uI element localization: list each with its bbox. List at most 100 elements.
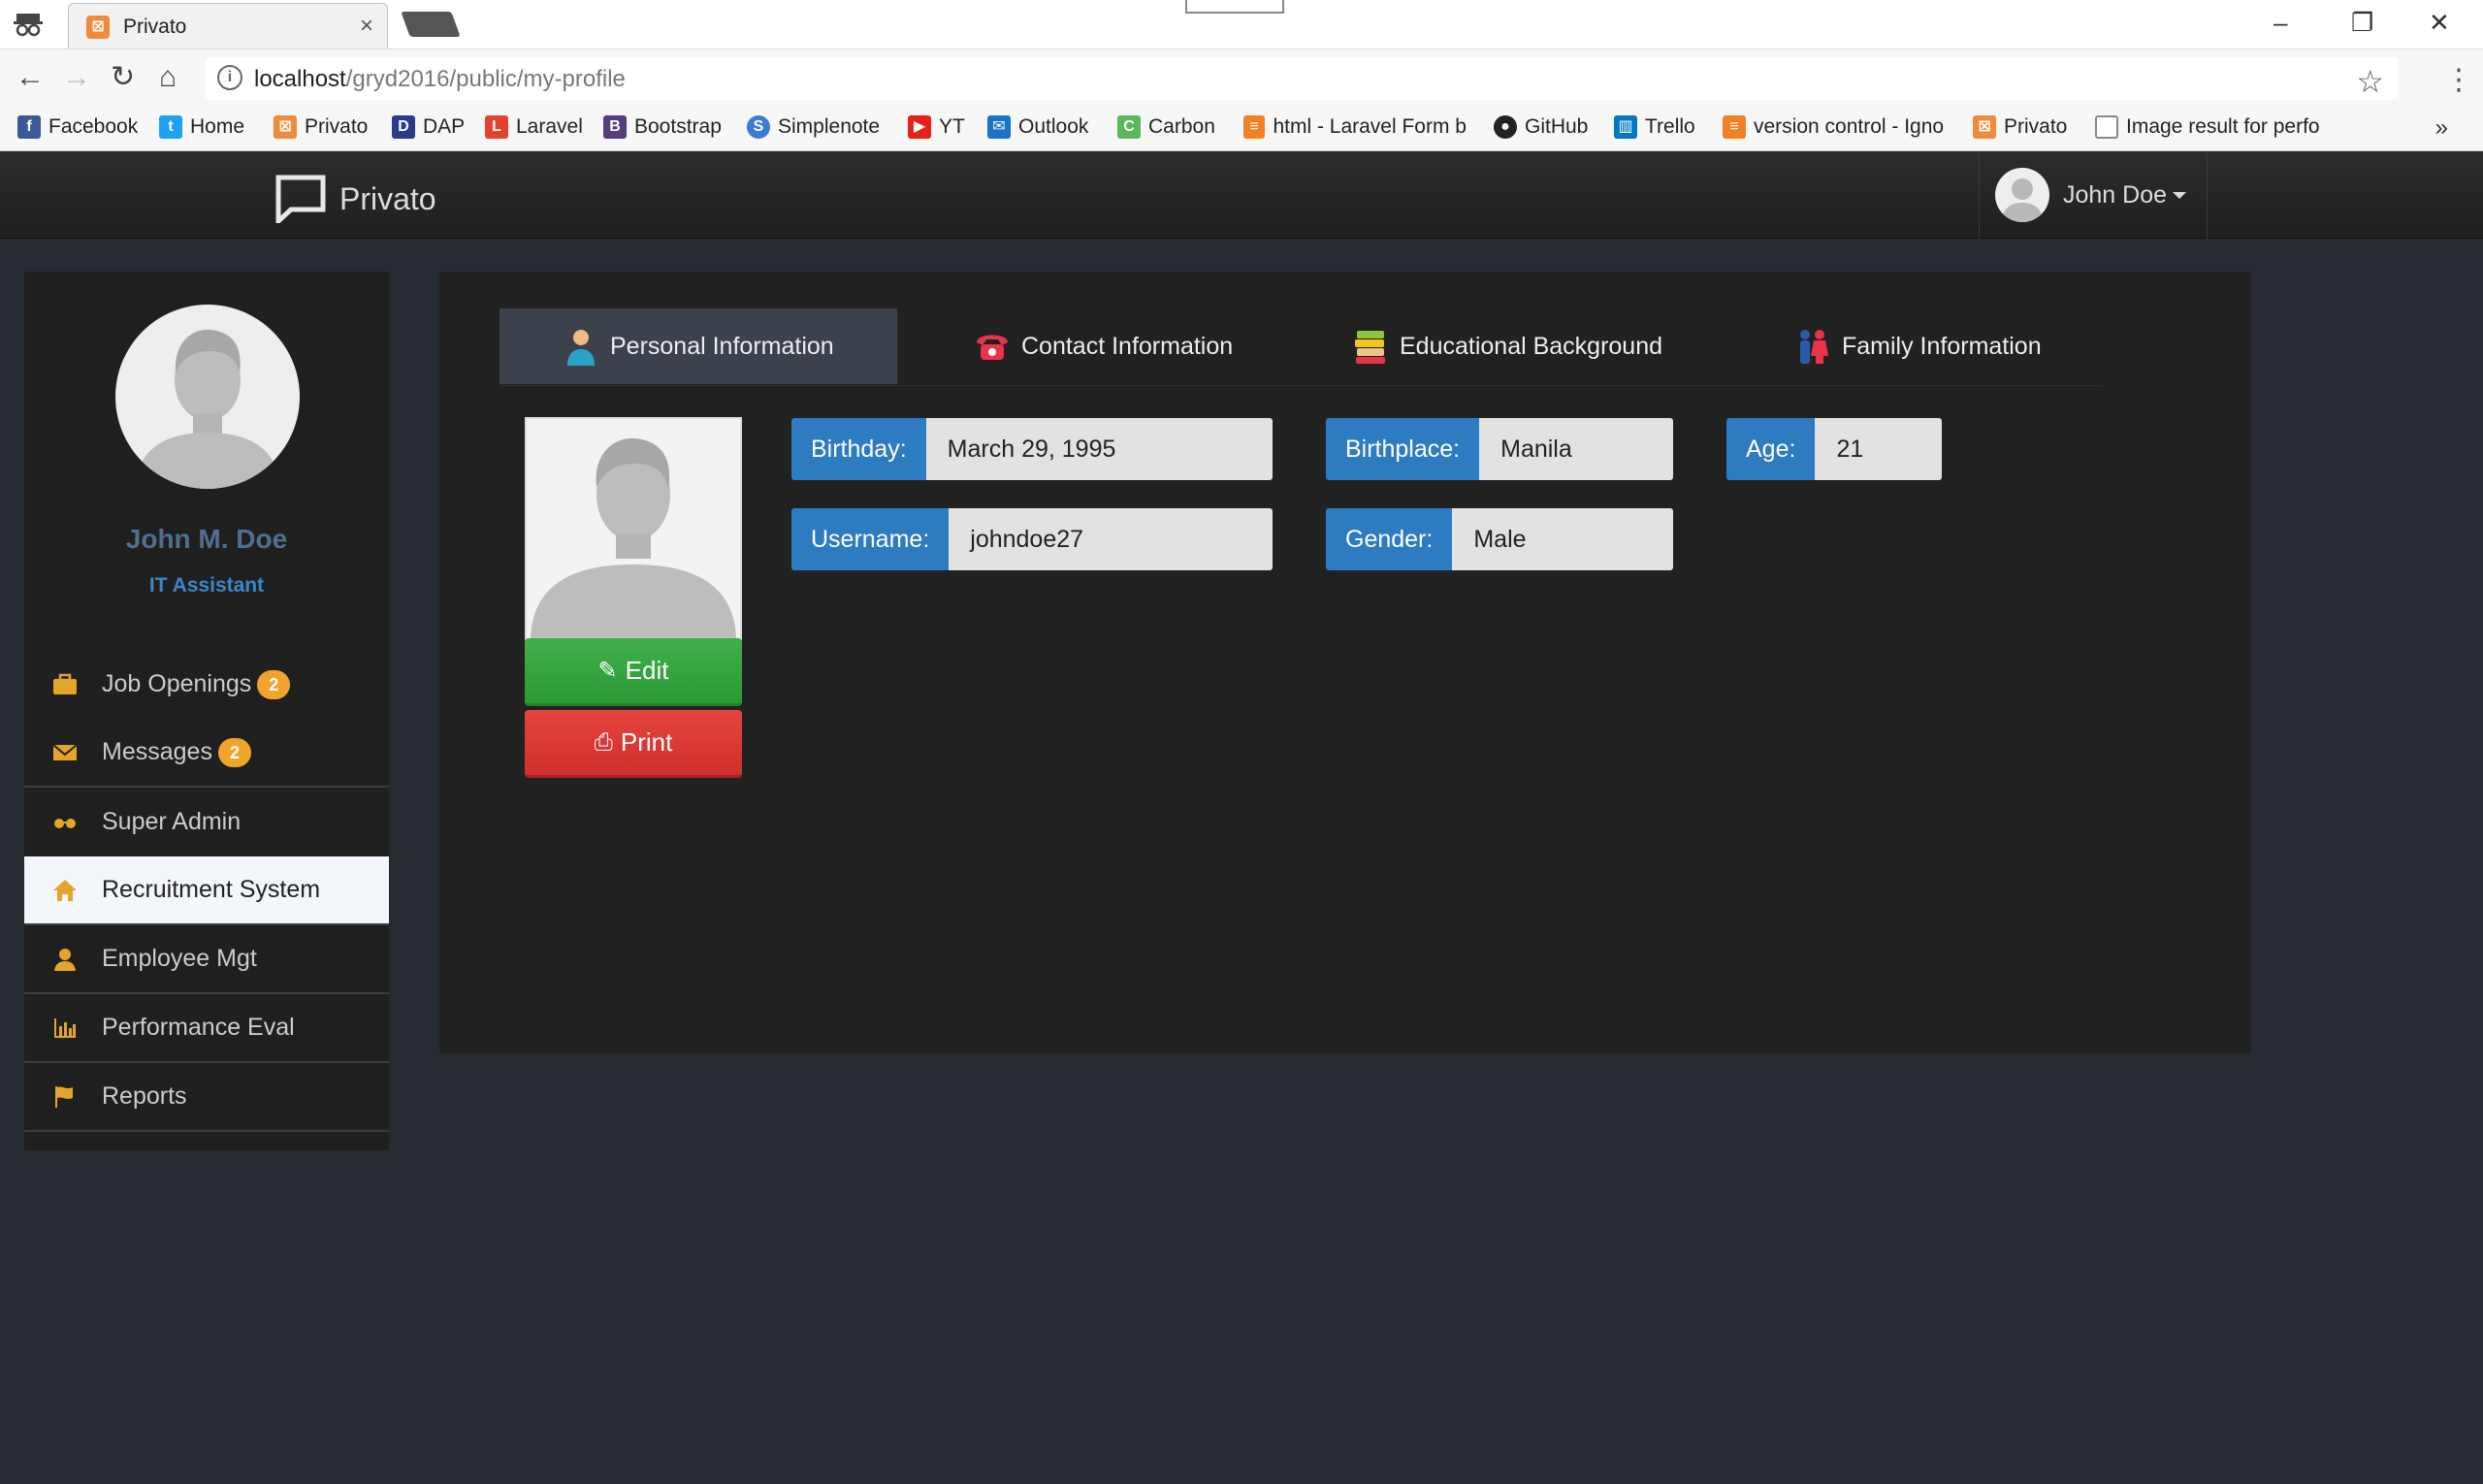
bookmark-outlook[interactable]: ✉ Outlook [987,115,1088,139]
age-value: 21 [1815,418,1942,480]
privato-icon: ⊠ [1973,115,1996,139]
forward-icon[interactable]: → [62,61,91,94]
address-url[interactable]: localhost/gryd2016/public/my-profile [254,66,626,93]
sidebar-item-label: Recruitment System [102,876,321,903]
sidebar-item-messages[interactable]: Messages 2 [24,719,389,788]
bookmark-privato-2[interactable]: ⊠ Privato [1973,115,2067,139]
new-tab-button[interactable] [401,12,461,37]
bookmark-laravel[interactable]: L Laravel [485,115,583,139]
browser-tab[interactable]: ⊠ Privato × [68,3,388,48]
privato-icon: ⊠ [274,115,297,139]
bookmark-home[interactable]: t Home [159,115,244,139]
birthplace-value: Manila [1479,418,1673,480]
sidebar: John M. Doe IT Assistant Job Openings 2 … [24,272,389,1150]
trello-icon: ▥ [1614,115,1637,139]
bookmark-version-control[interactable]: ≡ version control - Igno [1723,115,1951,139]
bookmark-star-icon[interactable]: ☆ [2356,63,2384,100]
browser-tab-strip: ⊠ Privato × – ❐ ✕ [0,0,2483,48]
gender-value: Male [1452,508,1673,570]
bookmark-yt[interactable]: ▶ YT [908,115,965,139]
books-icon [1355,331,1385,364]
telephone-icon [977,335,1008,360]
photo-silhouette-icon [531,437,736,638]
sidebar-item-label: Reports [102,1082,187,1110]
restore-icon[interactable]: ❐ [2351,8,2373,38]
sidebar-item-label: Performance Eval [102,1014,295,1041]
bookmark-privato[interactable]: ⊠ Privato [274,115,368,139]
user-menu-name: John Doe [2063,180,2168,209]
age-label: Age: [1726,418,1816,480]
tab-contact-information[interactable]: Contact Information [955,308,1252,384]
privato-favicon-icon: ⊠ [86,16,110,39]
user-icon [54,948,76,971]
tab-educational-background[interactable]: Educational Background [1334,308,1682,384]
profile-photo [525,417,742,640]
bar-chart-icon [54,1017,76,1038]
browser-menu-icon[interactable]: ⋮ [2444,63,2473,97]
site-info-icon[interactable]: i [217,65,242,90]
reload-icon[interactable]: ↻ [111,61,135,94]
birthday-field: Birthday: March 29, 1995 [791,418,1273,480]
sidebar-item-employee-mgt[interactable]: Employee Mgt [24,925,389,994]
print-icon: ⎙ [594,728,613,756]
sidebar-item-label: Employee Mgt [102,945,257,972]
sidebar-item-reports[interactable]: Reports [24,1063,389,1132]
glasses-icon [54,818,76,828]
app-navbar: Privato John Doe [0,151,2483,239]
window-drag-handle [1185,0,1284,14]
tab-label: Personal Information [610,332,834,360]
sidebar-item-performance-eval[interactable]: Performance Eval [24,994,389,1063]
bookmarks-overflow-icon[interactable]: » [2435,114,2448,142]
avatar [1995,168,2049,222]
print-button-label: Print [620,727,673,757]
sidebar-item-label: Messages [102,738,212,765]
birthday-value: March 29, 1995 [925,418,1273,480]
bookmark-simplenote[interactable]: S Simplenote [747,115,880,139]
incognito-icon [14,14,43,37]
tab-family-information[interactable]: Family Information [1776,308,2061,384]
birthplace-field: Birthplace: Manila [1326,418,1673,480]
edit-button[interactable]: ✎ Edit [525,638,742,706]
brand[interactable]: Privato [275,175,436,223]
dap-icon: D [392,115,415,139]
edit-icon: ✎ [597,658,618,684]
print-button[interactable]: ⎙ Print [525,710,742,778]
age-field: Age: 21 [1726,418,1942,480]
sidebar-menu: Job Openings 2 Messages 2 Super Admin Re… [24,650,389,1132]
bookmark-carbon[interactable]: C Carbon [1117,115,1215,139]
home-icon[interactable]: ⌂ [159,61,177,94]
bookmark-github[interactable]: ● GitHub [1494,115,1588,139]
sidebar-item-label: Job Openings [102,670,252,697]
flag-icon [55,1085,73,1108]
bookmark-trello[interactable]: ▥ Trello [1614,115,1695,139]
edit-button-label: Edit [625,656,669,685]
envelope-icon [52,743,78,760]
bookmark-image-result[interactable]: Image result for perfo [2095,115,2328,139]
profile-full-name: John M. Doe [125,524,288,554]
bookmark-bootstrap[interactable]: B Bootstrap [603,115,722,139]
birthplace-label: Birthplace: [1326,418,1480,480]
back-icon[interactable]: ← [16,61,45,94]
sidebar-item-recruitment-system[interactable]: Recruitment System [24,856,389,925]
sidebar-item-super-admin[interactable]: Super Admin [24,788,389,856]
tab-personal-information[interactable]: Personal Information [500,308,897,384]
close-tab-icon[interactable]: × [360,13,373,40]
bookmark-laravel-form[interactable]: ≡ html - Laravel Form b [1243,115,1467,139]
close-window-icon[interactable]: ✕ [2429,8,2450,38]
gender-label: Gender: [1326,508,1453,570]
chat-logo-icon [275,175,326,223]
minimize-icon[interactable]: – [2273,8,2287,38]
address-bar[interactable]: i localhost/gryd2016/public/my-profile ☆ [206,57,2398,100]
outlook-icon: ✉ [987,115,1011,139]
gender-field: Gender: Male [1326,508,1673,570]
bookmarks-bar: f Facebook t Home ⊠ Privato D DAP L Laravel B… [0,107,2483,151]
user-menu[interactable]: John Doe [1979,151,2208,239]
bookmark-facebook[interactable]: f Facebook [17,115,138,139]
stackoverflow-icon: ≡ [1243,115,1266,139]
laravel-icon: L [485,115,508,139]
birthday-label: Birthday: [791,418,926,480]
tab-label: Family Information [1842,332,2042,360]
bookmark-dap[interactable]: D DAP [392,115,465,139]
github-icon: ● [1494,115,1517,139]
sidebar-item-job-openings[interactable]: Job Openings 2 [24,650,389,719]
